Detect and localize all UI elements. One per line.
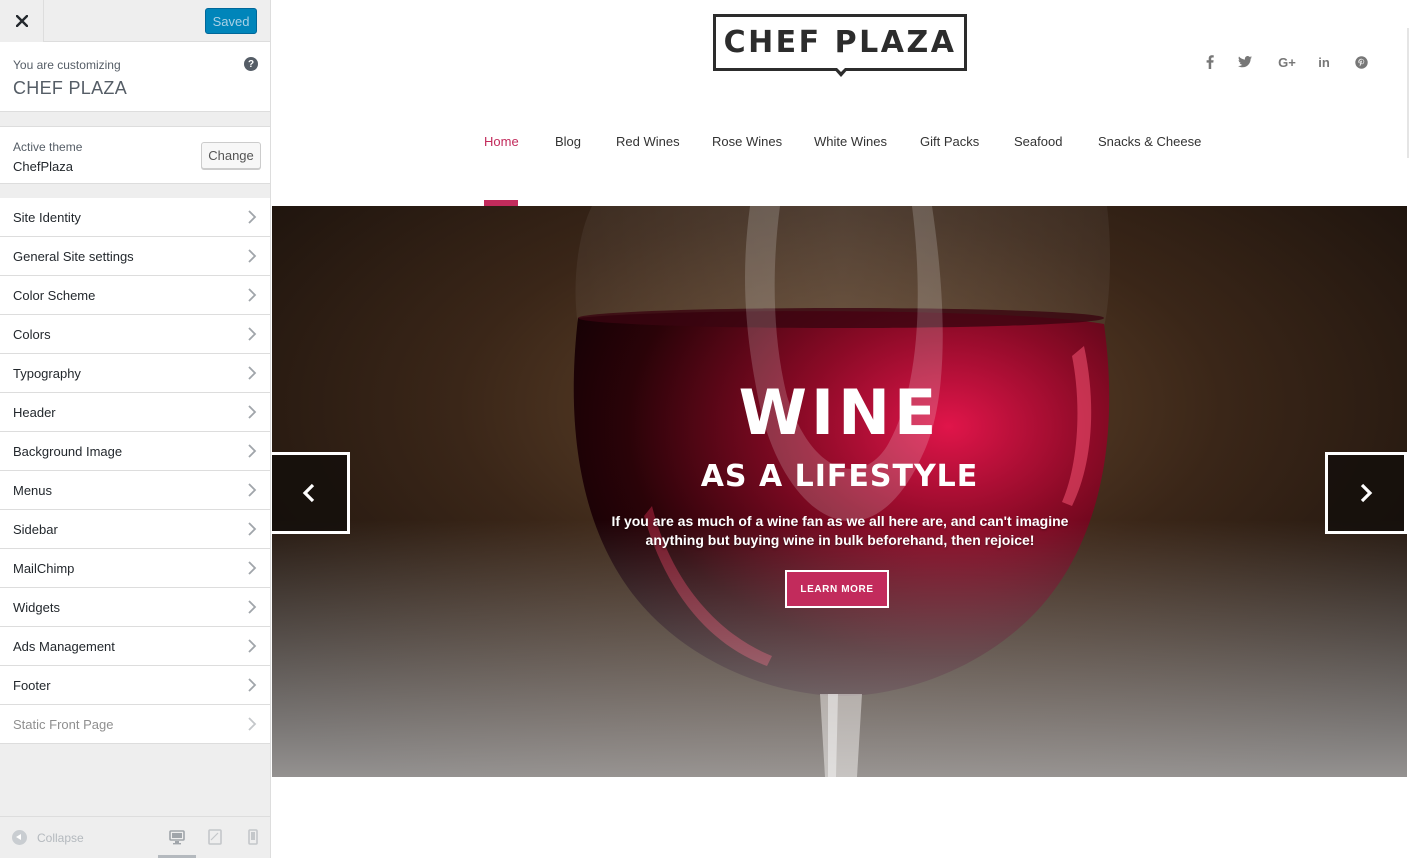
panel-widgets[interactable]: Widgets — [0, 588, 270, 627]
panel-label: General Site settings — [13, 248, 134, 264]
hero-description: If you are as much of a wine fan as we a… — [611, 513, 1069, 548]
panel-list: Site Identity General Site settings Colo… — [0, 198, 270, 744]
help-icon[interactable]: ? — [244, 57, 258, 71]
facebook-icon[interactable] — [1201, 53, 1219, 71]
site-logo[interactable]: CHEF PLAZA — [713, 14, 967, 71]
chevron-right-icon — [248, 483, 257, 497]
panel-menus[interactable]: Menus — [0, 471, 270, 510]
panel-ads-management[interactable]: Ads Management — [0, 627, 270, 666]
chevron-left-icon — [302, 483, 315, 503]
chevron-right-icon — [1360, 483, 1373, 503]
twitter-icon[interactable] — [1235, 53, 1255, 71]
chevron-right-icon — [248, 249, 257, 263]
nav-gift-packs[interactable]: Gift Packs — [920, 134, 979, 149]
site-title: CHEF PLAZA — [13, 78, 128, 98]
panel-colors[interactable]: Colors — [0, 315, 270, 354]
panel-label: Static Front Page — [13, 716, 114, 732]
learn-more-button[interactable]: LEARN MORE — [785, 570, 889, 608]
nav-home[interactable]: Home — [484, 134, 519, 149]
twitter-icon — [1238, 56, 1252, 68]
site-preview: CHEF PLAZA G+ in Home Blog Red Wines Ros… — [272, 0, 1409, 858]
customizer-sidebar: Saved You are customizing CHEF PLAZA ? A… — [0, 0, 271, 858]
linkedin-icon[interactable]: in — [1315, 53, 1333, 71]
collapse-button[interactable]: Collapse — [12, 830, 84, 845]
customizer-app: Saved You are customizing CHEF PLAZA ? A… — [0, 0, 1409, 858]
nav-snacks-cheese[interactable]: Snacks & Cheese — [1098, 134, 1201, 149]
active-theme-section: Active theme ChefPlaza Change — [0, 126, 270, 184]
panel-sidebar[interactable]: Sidebar — [0, 510, 270, 549]
nav-seafood[interactable]: Seafood — [1014, 134, 1062, 149]
panel-site-identity[interactable]: Site Identity — [0, 198, 270, 237]
panel-footer[interactable]: Footer — [0, 666, 270, 705]
panel-label: Ads Management — [13, 638, 115, 654]
chevron-right-icon — [248, 327, 257, 341]
close-customizer-button[interactable] — [0, 0, 44, 42]
nav-blog[interactable]: Blog — [555, 134, 581, 149]
saved-button[interactable]: Saved — [205, 8, 257, 34]
linkedin-glyph: in — [1318, 54, 1330, 70]
customizer-footer: Collapse — [0, 816, 270, 858]
hero-slider: WINE AS A LIFESTYLE If you are as much o… — [272, 206, 1407, 777]
customizing-caption: You are customizing — [13, 58, 121, 72]
pinterest-icon[interactable] — [1352, 53, 1370, 71]
change-theme-button[interactable]: Change — [201, 142, 261, 169]
hero-title: WINE — [738, 376, 941, 449]
slider-prev-button[interactable] — [272, 452, 350, 534]
panel-mailchimp[interactable]: MailChimp — [0, 549, 270, 588]
panel-label: Footer — [13, 677, 51, 693]
collapse-label: Collapse — [37, 830, 84, 845]
panel-label: Site Identity — [13, 209, 81, 225]
customize-info: You are customizing CHEF PLAZA ? — [0, 42, 270, 112]
panel-label: Sidebar — [13, 521, 58, 537]
facebook-icon — [1206, 55, 1214, 69]
chevron-right-icon — [248, 210, 257, 224]
hero-subtitle: AS A LIFESTYLE — [700, 459, 979, 494]
panel-typography[interactable]: Typography — [0, 354, 270, 393]
chevron-right-icon — [248, 678, 257, 692]
nav-red-wines[interactable]: Red Wines — [616, 134, 680, 149]
panel-label: Header — [13, 404, 56, 420]
panel-label: MailChimp — [13, 560, 75, 576]
pinterest-icon — [1354, 55, 1368, 69]
chevron-right-icon — [248, 288, 257, 302]
chevron-right-icon — [248, 444, 257, 458]
slider-next-button[interactable] — [1325, 452, 1407, 534]
logo-text: CHEF PLAZA — [723, 25, 957, 60]
nav-white-wines[interactable]: White Wines — [814, 134, 887, 149]
chevron-right-icon — [248, 600, 257, 614]
main-navigation: Home Blog Red Wines Rose Wines White Win… — [272, 134, 1409, 154]
desktop-icon[interactable] — [169, 829, 185, 845]
customizer-header: Saved — [0, 0, 270, 42]
panel-general-site-settings[interactable]: General Site settings — [0, 237, 270, 276]
panel-label: Background Image — [13, 443, 123, 459]
collapse-icon — [12, 830, 27, 845]
chevron-right-icon — [248, 561, 257, 575]
nav-rose-wines[interactable]: Rose Wines — [712, 134, 782, 149]
panel-label: Color Scheme — [13, 287, 96, 303]
panel-background-image[interactable]: Background Image — [0, 432, 270, 471]
google-plus-icon[interactable]: G+ — [1274, 53, 1300, 71]
panel-header[interactable]: Header — [0, 393, 270, 432]
panel-label: Menus — [13, 482, 53, 498]
close-icon — [15, 15, 28, 27]
panel-color-scheme[interactable]: Color Scheme — [0, 276, 270, 315]
chevron-right-icon — [248, 366, 257, 380]
chevron-right-icon — [248, 522, 257, 536]
mobile-icon[interactable] — [245, 829, 261, 845]
chevron-right-icon — [248, 717, 257, 731]
tablet-icon[interactable] — [207, 829, 223, 845]
chevron-right-icon — [248, 405, 257, 419]
panel-label: Widgets — [13, 599, 60, 615]
panel-label: Colors — [13, 326, 51, 342]
google-plus-glyph: G+ — [1278, 54, 1296, 70]
panel-label: Typography — [13, 365, 81, 381]
panel-static-front-page[interactable]: Static Front Page — [0, 705, 270, 744]
chevron-right-icon — [248, 639, 257, 653]
